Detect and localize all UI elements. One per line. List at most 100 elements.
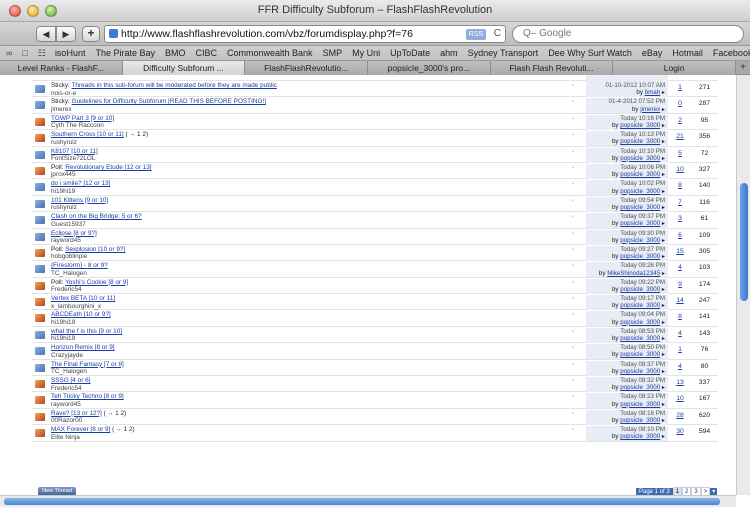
- go-to-last-post-icon[interactable]: ▸: [660, 220, 665, 227]
- thread-title-link[interactable]: Eclipse [8 or 9?]: [51, 230, 97, 237]
- thread-title-link[interactable]: 101 Kittens [9 or 10]: [51, 197, 108, 204]
- thread-starter[interactable]: x_lambourghini_x: [51, 303, 571, 311]
- go-to-last-post-icon[interactable]: ▸: [660, 417, 665, 424]
- search-input[interactable]: Q– Google: [512, 25, 744, 43]
- rss-button[interactable]: RSS: [466, 29, 486, 40]
- thread-title-link[interactable]: Vertex BETA [10 or 11]: [51, 295, 115, 302]
- replies-count-link[interactable]: 7: [678, 199, 682, 206]
- thread-title-link[interactable]: ABCDEath [10 or 9?]: [51, 311, 111, 318]
- thread-title-link[interactable]: {Firestorm} - 8 or 9?: [51, 262, 108, 269]
- thread-title-link[interactable]: TGWP Part 3 [9 or 10]: [51, 115, 114, 122]
- replies-count-link[interactable]: 21: [676, 133, 684, 140]
- go-to-last-post-icon[interactable]: ▸: [660, 155, 665, 162]
- thread-starter[interactable]: Crazyjayde: [51, 352, 571, 360]
- replies-count-link[interactable]: 9: [678, 281, 682, 288]
- bookmark-item[interactable]: CIBC: [191, 46, 223, 60]
- last-post-author-link[interactable]: popsicle_3000: [620, 138, 660, 145]
- bookmark-item[interactable]: isoHunt: [50, 46, 91, 60]
- thread-starter[interactable]: jprox445: [51, 171, 571, 179]
- thread-starter[interactable]: hi19hi19: [51, 335, 571, 343]
- thread-title-link[interactable]: Threads in this sub-forum will be modera…: [72, 82, 277, 89]
- last-post-author-link[interactable]: popsicle_3000: [620, 302, 660, 309]
- replies-count-link[interactable]: 3: [678, 215, 682, 222]
- thread-starter[interactable]: FontSize72LOL: [51, 155, 571, 163]
- last-post-author-link[interactable]: MikeShinoda12345: [607, 270, 660, 277]
- replies-count-link[interactable]: 8: [678, 313, 682, 320]
- thread-title-link[interactable]: Guidelines for Difficulty Subforum [READ…: [72, 98, 266, 105]
- replies-count-link[interactable]: 30: [676, 428, 684, 435]
- thread-title-link[interactable]: SSSG [4 or 6]: [51, 377, 90, 384]
- last-post-author-link[interactable]: popsicle_3000: [620, 319, 660, 326]
- bookmarks-book-icon[interactable]: □: [16, 46, 31, 60]
- replies-count-link[interactable]: 28: [676, 412, 684, 419]
- thread-title-link[interactable]: Southern Cross [10 or 11]: [51, 131, 124, 138]
- last-post-author-link[interactable]: popsicle_3000: [620, 286, 660, 293]
- thread-starter[interactable]: Frederic54: [51, 286, 571, 294]
- thread-title-link[interactable]: Clash on the Big Bridge: 5 or 6?: [51, 213, 142, 220]
- bookmark-item[interactable]: Facebook: [708, 46, 750, 60]
- thread-starter[interactable]: Cyth The Raccoon: [51, 122, 571, 130]
- go-to-last-post-icon[interactable]: ▸: [660, 401, 665, 408]
- horizontal-scrollbar[interactable]: [0, 495, 736, 507]
- last-post-author-link[interactable]: popsicle_3000: [620, 351, 660, 358]
- go-to-last-post-icon[interactable]: ▸: [660, 89, 665, 96]
- vertical-scroll-thumb[interactable]: [740, 183, 748, 301]
- last-post-author-link[interactable]: popsicle_3000: [620, 368, 660, 375]
- address-bar[interactable]: http://www.flashflashrevolution.com/vbz/…: [104, 25, 506, 43]
- thread-page-links[interactable]: ( → 1 2): [104, 410, 127, 417]
- thread-title-link[interactable]: do i smile? [12 or 13]: [51, 180, 110, 187]
- last-post-author-link[interactable]: bmah: [645, 89, 660, 96]
- browser-tab[interactable]: Difficulty Subforum ...: [122, 61, 246, 75]
- browser-tab[interactable]: FlashFlashRevolutio...: [245, 61, 368, 75]
- replies-count-link[interactable]: 1: [678, 84, 682, 91]
- thread-title-link[interactable]: Sexplosion [10 or 9?]: [65, 246, 125, 253]
- thread-starter[interactable]: rushyrulz: [51, 204, 571, 212]
- bookmark-item[interactable]: ahm: [435, 46, 463, 60]
- replies-count-link[interactable]: 4: [678, 330, 682, 337]
- go-to-last-post-icon[interactable]: ▸: [660, 106, 665, 113]
- go-to-last-post-icon[interactable]: ▸: [660, 204, 665, 211]
- replies-count-link[interactable]: 4: [678, 264, 682, 271]
- thread-title-link[interactable]: what the f is this [9 or 10]: [51, 328, 122, 335]
- thread-title-link[interactable]: Yoshi's Cookie [8 or 9]: [65, 279, 128, 286]
- replies-count-link[interactable]: 6: [678, 232, 682, 239]
- new-tab-button[interactable]: +: [740, 61, 746, 75]
- go-to-last-post-icon[interactable]: ▸: [660, 237, 665, 244]
- thread-title-link[interactable]: The Final Fantasy [7 or 8]: [51, 361, 124, 368]
- thread-starter[interactable]: TC_Halogen: [51, 368, 571, 376]
- replies-count-link[interactable]: 10: [676, 395, 684, 402]
- bookmark-item[interactable]: Commonwealth Bank: [222, 46, 318, 60]
- last-post-author-link[interactable]: popsicle_3000: [620, 220, 660, 227]
- replies-count-link[interactable]: 8: [678, 182, 682, 189]
- last-post-author-link[interactable]: popsicle_3000: [620, 433, 660, 440]
- last-post-author-link[interactable]: popsicle_3000: [620, 384, 660, 391]
- last-post-author-link[interactable]: popsicle_3000: [620, 417, 660, 424]
- browser-tab[interactable]: popsicle_3000's pro...: [368, 61, 491, 75]
- thread-starter[interactable]: Frederic54: [51, 385, 571, 393]
- thread-starter[interactable]: bmah: [51, 75, 571, 76]
- bookmark-item[interactable]: eBay: [637, 46, 668, 60]
- replies-count-link[interactable]: 13: [676, 379, 684, 386]
- go-to-last-post-icon[interactable]: ▸: [660, 253, 665, 260]
- thread-starter[interactable]: nois-or-e: [51, 90, 571, 98]
- go-to-last-post-icon[interactable]: ▸: [660, 138, 665, 145]
- replies-count-link[interactable]: 2: [678, 117, 682, 124]
- go-to-last-post-icon[interactable]: ▸: [660, 433, 665, 440]
- bookmark-item[interactable]: The Pirate Bay: [90, 46, 160, 60]
- thread-starter[interactable]: 00Razor00: [51, 417, 571, 425]
- last-post-author-link[interactable]: popsicle_3000: [620, 204, 660, 211]
- go-to-last-post-icon[interactable]: ▸: [660, 171, 665, 178]
- last-post-author-link[interactable]: popsicle_3000: [620, 171, 660, 178]
- go-to-last-post-icon[interactable]: ▸: [660, 188, 665, 195]
- go-to-last-post-icon[interactable]: ▸: [660, 286, 665, 293]
- vertical-scrollbar[interactable]: [736, 75, 750, 495]
- thread-starter[interactable]: hi19hi19: [51, 319, 571, 327]
- last-post-author-link[interactable]: jimerex: [640, 106, 660, 113]
- replies-count-link[interactable]: 0: [678, 100, 682, 107]
- thread-starter[interactable]: jimerex: [51, 106, 571, 114]
- thread-starter[interactable]: rayword45: [51, 237, 571, 245]
- go-to-last-post-icon[interactable]: ▸: [660, 319, 665, 326]
- horizontal-scroll-thumb[interactable]: [4, 498, 720, 505]
- bookmark-item[interactable]: My Uni: [347, 46, 385, 60]
- go-to-last-post-icon[interactable]: ▸: [660, 335, 665, 342]
